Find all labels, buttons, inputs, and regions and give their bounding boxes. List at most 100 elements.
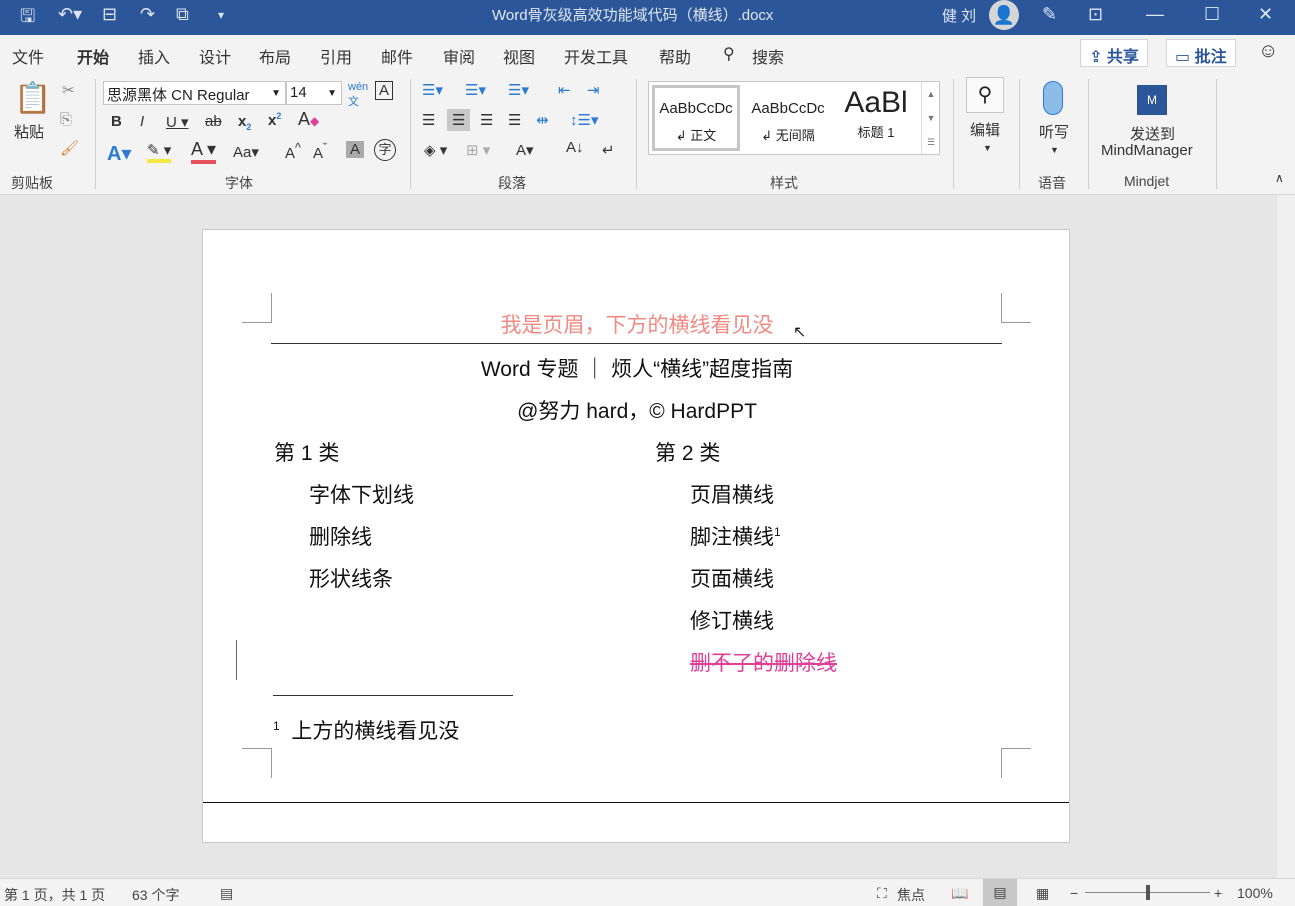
col1-heading[interactable]: 第 1 类 — [274, 437, 339, 467]
microphone-icon[interactable] — [1043, 81, 1063, 115]
font-color-icon[interactable]: A ▾ — [191, 139, 217, 164]
decrease-indent-icon[interactable]: ⇤ — [558, 81, 571, 99]
tab-mailings[interactable]: 邮件 — [381, 44, 413, 68]
tab-home[interactable]: 开始 — [77, 44, 110, 76]
text-effects-icon[interactable]: A▾ — [107, 141, 131, 166]
phonetic-guide-icon[interactable]: wén 文 — [348, 81, 368, 109]
collapse-ribbon-icon[interactable]: ∧ — [1275, 171, 1284, 185]
footnote[interactable]: 1 上方的横线看见没 — [273, 715, 459, 745]
underline-button[interactable]: U ▾ — [166, 113, 189, 131]
search-icon[interactable]: ⚲ — [723, 44, 735, 64]
list-item[interactable]: 形状线条 — [309, 563, 393, 593]
list-item[interactable]: 字体下划线 — [309, 479, 414, 509]
page-count[interactable]: 第 1 页，共 1 页 — [4, 885, 105, 905]
zoom-in-button[interactable]: + — [1214, 885, 1222, 901]
paste-button[interactable]: 粘贴 — [14, 121, 44, 142]
find-icon[interactable]: ⚲ — [966, 77, 1004, 113]
paste-icon[interactable]: 📋 — [14, 81, 51, 116]
styles-scroll[interactable]: ▲ ▼ ☰ — [921, 82, 940, 154]
asian-layout-icon[interactable]: A▾ — [516, 141, 534, 159]
bold-button[interactable]: B — [111, 113, 122, 130]
tab-design[interactable]: 设计 — [199, 44, 231, 68]
italic-button[interactable]: I — [140, 113, 144, 130]
close-icon[interactable]: ✕ — [1258, 4, 1273, 25]
increase-indent-icon[interactable]: ⇥ — [587, 81, 600, 99]
share-button[interactable]: ⇪ 共享 — [1080, 39, 1148, 67]
comments-button[interactable]: ▭ 批注 — [1166, 39, 1236, 67]
focus-icon[interactable]: ⛶ — [877, 885, 887, 902]
mindmanager-icon[interactable]: M — [1137, 85, 1167, 115]
tab-references[interactable]: 引用 — [320, 44, 352, 68]
pen-icon[interactable]: ✎ — [1042, 4, 1057, 25]
enclose-character-icon[interactable]: 字 — [374, 139, 396, 161]
list-item[interactable]: 页眉横线 — [690, 479, 774, 509]
fit-icon[interactable]: ⊟ — [102, 4, 117, 25]
borders-icon[interactable]: ⊞ ▾ — [466, 141, 490, 159]
font-name-select[interactable]: 思源黑体 CN Regular ▼ — [103, 81, 286, 105]
shrink-font-icon[interactable]: Aˇ — [313, 141, 327, 162]
customize-qat-icon[interactable]: ▾ — [218, 8, 224, 22]
minimize-icon[interactable]: — — [1146, 4, 1164, 25]
zoom-level[interactable]: 100% — [1237, 885, 1273, 901]
present-icon[interactable]: ⧉ — [176, 4, 189, 25]
show-marks-icon[interactable]: ↵ — [602, 141, 615, 159]
justify-icon[interactable]: ☰ — [508, 111, 521, 129]
ribbon-display-icon[interactable]: ⊡ — [1088, 4, 1103, 25]
chevron-down-icon[interactable]: ▼ — [983, 143, 992, 153]
shading-icon[interactable]: ◈ ▾ — [424, 141, 447, 159]
send-to-label[interactable]: 发送到 — [1130, 123, 1175, 144]
highlight-icon[interactable]: ✎ ▾ — [147, 141, 172, 163]
list-item[interactable]: 页面横线 — [690, 563, 774, 593]
focus-mode-button[interactable]: 焦点 — [897, 885, 925, 905]
bullets-icon[interactable]: ☰▾ — [422, 81, 443, 99]
format-painter-icon[interactable]: 🖌 — [60, 139, 79, 157]
superscript-button[interactable]: x2 — [268, 111, 281, 129]
style-no-spacing[interactable]: AaBbCcDc ↲ 无间隔 — [744, 85, 832, 151]
align-right-icon[interactable]: ☰ — [480, 111, 493, 129]
document-page[interactable]: 我是页眉，下方的横线看见没 ↖ Word 专题 ｜ 烦人“横线”超度指南 @努力… — [202, 229, 1070, 843]
clear-formatting-icon[interactable]: A◆ — [298, 109, 319, 130]
zoom-out-button[interactable]: − — [1070, 885, 1078, 901]
copy-icon[interactable]: ⎘ — [60, 111, 72, 128]
read-mode-icon[interactable]: 📖 — [951, 885, 968, 902]
tab-review[interactable]: 审阅 — [443, 44, 475, 68]
proofing-icon[interactable]: ▤ — [220, 885, 233, 902]
tab-developer[interactable]: 开发工具 — [564, 44, 628, 68]
character-shading-icon[interactable]: A — [346, 141, 365, 158]
align-left-icon[interactable]: ☰ — [422, 111, 435, 129]
distributed-icon[interactable]: ⇹ — [536, 111, 549, 129]
strikethrough-button[interactable]: ab — [205, 113, 222, 130]
character-border-icon[interactable]: A — [375, 81, 394, 100]
doc-subtitle[interactable]: @努力 hard，© HardPPT — [203, 395, 1071, 425]
print-layout-icon[interactable]: ▤ — [983, 879, 1017, 906]
header-text[interactable]: 我是页眉，下方的横线看见没 — [203, 309, 1071, 339]
editing-button[interactable]: 编辑 — [970, 119, 1000, 140]
feedback-smiley-icon[interactable]: ☺ — [1258, 40, 1278, 63]
user-name[interactable]: 健 刘 — [942, 5, 976, 26]
list-item[interactable]: 修订横线 — [690, 605, 774, 635]
align-center-icon[interactable]: ☰ — [447, 109, 471, 131]
sort-icon[interactable]: A↓ — [566, 139, 584, 156]
save-icon[interactable]: 🖫 — [20, 4, 35, 34]
tab-layout[interactable]: 布局 — [259, 44, 291, 68]
mindmanager-button[interactable]: MindManager — [1101, 142, 1193, 159]
tab-file[interactable]: 文件 — [12, 44, 44, 68]
vertical-scrollbar[interactable] — [1277, 195, 1295, 878]
undo-icon[interactable]: ↶▾ — [58, 4, 82, 25]
search-label[interactable]: 搜索 — [752, 44, 784, 68]
tab-view[interactable]: 视图 — [503, 44, 535, 68]
footnote-reference[interactable]: 1 — [774, 525, 781, 539]
redo-icon[interactable]: ↷ — [140, 4, 155, 25]
word-count[interactable]: 63 个字 — [132, 885, 179, 905]
cut-icon[interactable]: ✂ — [62, 81, 75, 99]
line-spacing-icon[interactable]: ↕☰▾ — [570, 111, 598, 129]
dictate-button[interactable]: 听写 — [1039, 121, 1069, 142]
zoom-slider-thumb[interactable] — [1146, 885, 1150, 900]
tab-insert[interactable]: 插入 — [138, 44, 170, 68]
maximize-icon[interactable]: ☐ — [1204, 4, 1220, 25]
list-item[interactable]: 脚注横线1 — [690, 521, 781, 551]
numbering-icon[interactable]: ☰▾ — [465, 81, 486, 99]
style-normal[interactable]: AaBbCcDc ↲ 正文 — [652, 85, 740, 151]
chevron-down-icon[interactable]: ▼ — [1050, 145, 1059, 155]
font-size-select[interactable]: 14 ▼ — [286, 81, 342, 105]
